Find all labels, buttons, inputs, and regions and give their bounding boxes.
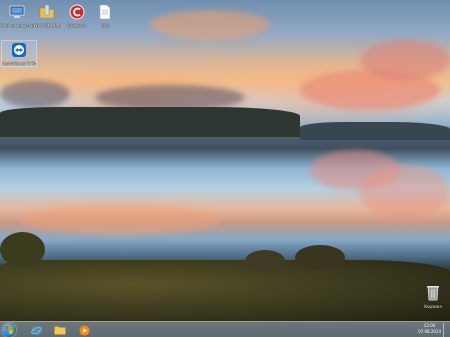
show-desktop-button[interactable] [443,323,448,337]
explorer-icon [54,326,66,335]
teamviewer-icon [10,41,28,59]
internet-explorer-icon [30,325,42,335]
rock [245,250,285,272]
taskbar-clock[interactable]: 12:00 07.08.2014 [418,323,441,335]
taskbar-internet-explorer[interactable] [26,323,46,337]
cloud [360,40,450,80]
rock-outcrop [300,122,450,140]
cloud-reflection [20,205,220,235]
taskbar: 12:00 07.08.2014 [0,321,450,337]
taskbar-explorer[interactable] [50,323,70,337]
desktop-icon-label: Мой компьютер [0,23,34,28]
computer-icon [8,3,26,21]
desktop-icon-recycle-bin[interactable]: Корзина [416,284,450,309]
text-file-icon [96,3,114,21]
windows-logo-icon [5,326,13,334]
media-player-icon [78,324,90,336]
desktop-icon-wpi[interactable]: WPI_MINIMAL [30,3,64,28]
desktop-icon-label: TeamViewer 8 Host [2,61,36,66]
desktop-icon-info[interactable]: Info [88,3,122,28]
cloud [0,80,70,108]
recycle-bin-label: Корзина [424,304,442,309]
recycle-bin-icon [424,284,442,302]
desktop-icon-label: WPI_MINIMAL [33,23,61,28]
ccleaner-icon [68,3,86,21]
folder-icon [38,3,56,21]
taskbar-media-player[interactable] [74,323,94,337]
clock-date: 07.08.2014 [418,329,441,334]
desktop-icon-label: Info [101,23,109,28]
desktop-icon-computer[interactable]: Мой компьютер [0,3,34,28]
cloud [150,10,270,40]
start-button[interactable] [2,323,16,337]
rock [295,245,345,270]
rocky-shore [0,260,450,322]
desktop: Мой компьютер WPI_MINIMAL CCleaner Info … [0,0,450,337]
rock-outcrop [0,107,300,137]
rock [0,232,45,267]
desktop-icon-teamviewer[interactable]: TeamViewer 8 Host [1,40,37,67]
cloud-reflection [360,165,450,220]
system-tray: 12:00 07.08.2014 [388,323,448,337]
